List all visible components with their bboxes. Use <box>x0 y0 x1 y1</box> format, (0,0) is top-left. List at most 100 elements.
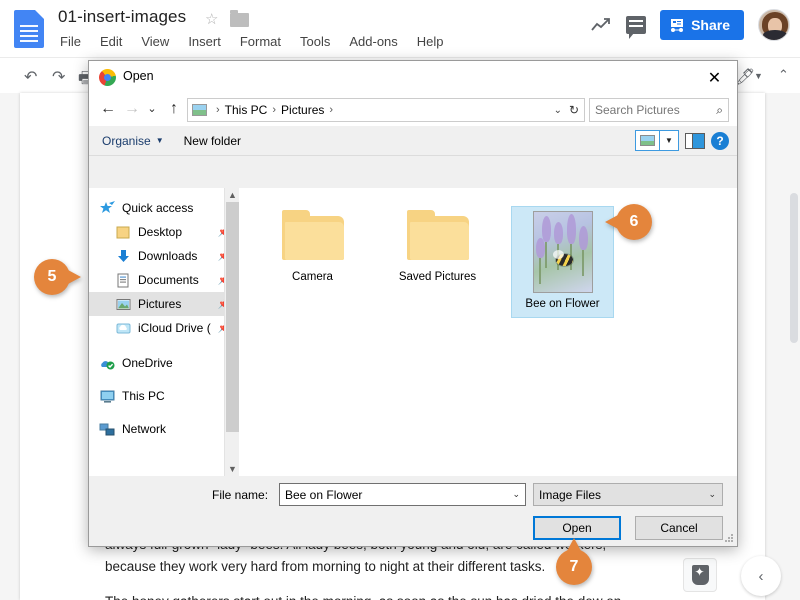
close-icon[interactable]: ✕ <box>692 61 737 94</box>
toolbar-view-controls: ▼ ? <box>635 130 729 151</box>
sidebar-item-label: Desktop <box>138 225 183 239</box>
sidebar-item-downloads[interactable]: Downloads 📌 <box>89 244 239 268</box>
sidebar-item-icloud-drive[interactable]: iCloud Drive ( 📌 <box>89 316 239 340</box>
sidebar-item-desktop[interactable]: Desktop 📌 <box>89 220 239 244</box>
onedrive-icon <box>99 356 116 371</box>
activity-trend-icon[interactable] <box>590 14 612 36</box>
explore-button[interactable] <box>683 558 717 592</box>
chevron-left-icon[interactable]: ‹ <box>741 556 781 596</box>
file-item-label: Saved Pictures <box>398 271 477 283</box>
view-layout-icon[interactable] <box>635 130 660 151</box>
file-name-value: Bee on Flower <box>285 487 363 502</box>
file-item-bee-on-flower[interactable]: Bee on Flower <box>511 206 614 318</box>
file-name-input[interactable]: Bee on Flower ⌄ <box>279 483 526 506</box>
chevron-down-icon[interactable]: ▼ <box>228 464 237 474</box>
menu-format[interactable]: Format <box>238 33 283 50</box>
documents-icon <box>115 273 132 288</box>
chevron-down-icon[interactable]: ▼ <box>156 136 164 145</box>
callout-step-5: 5 <box>34 259 81 295</box>
file-item-saved-pictures[interactable]: Saved Pictures <box>386 206 489 318</box>
file-name-label: File name: <box>212 488 269 502</box>
search-placeholder: Search Pictures <box>595 103 680 117</box>
scrollbar-thumb[interactable] <box>226 202 239 432</box>
sidebar-item-pictures[interactable]: Pictures 📌 <box>89 292 239 316</box>
sidebar-item-network[interactable]: Network <box>89 417 239 441</box>
sidebar-item-label: Network <box>122 422 167 436</box>
move-to-folder-icon[interactable] <box>230 10 249 27</box>
back-arrow-icon[interactable]: ← <box>97 100 119 118</box>
sidebar-item-label: Pictures <box>138 297 182 311</box>
dialog-title: Open <box>123 69 154 83</box>
star-icon[interactable]: ☆ <box>205 10 218 28</box>
file-list-pane[interactable]: Camera Saved Pictures Bee on Flower <box>239 188 737 476</box>
chevron-up-icon[interactable]: ▲ <box>228 190 237 200</box>
image-thumbnail-icon <box>532 211 593 293</box>
file-item-camera[interactable]: Camera <box>261 206 364 318</box>
share-label: Share <box>691 17 730 33</box>
highlight-pen-icon[interactable]: 🖊 <box>735 67 755 87</box>
preview-pane-icon[interactable] <box>685 132 705 149</box>
dialog-titlebar[interactable]: Open ✕ <box>89 61 737 94</box>
sidebar-item-quick-access[interactable]: Quick access <box>89 196 239 220</box>
callout-step-6: 6 <box>605 204 652 240</box>
up-arrow-icon[interactable]: ↑ <box>163 100 185 118</box>
sidebar-item-onedrive[interactable]: OneDrive <box>89 351 239 375</box>
chevron-down-icon[interactable]: ⌄ <box>512 489 520 500</box>
search-input[interactable]: Search Pictures ⌕ <box>589 98 729 122</box>
new-folder-button[interactable]: New folder <box>184 134 241 148</box>
menu-tools[interactable]: Tools <box>298 33 332 50</box>
undo-icon[interactable]: ↶ <box>24 67 37 87</box>
breadcrumb-this-pc[interactable]: This PC <box>225 103 268 117</box>
navigation-pane: Quick access Desktop 📌 Downloads 📌 <box>89 188 239 476</box>
folder-icon <box>406 210 469 260</box>
cancel-button[interactable]: Cancel <box>635 516 723 540</box>
menu-help[interactable]: Help <box>415 33 446 50</box>
document-scrollbar[interactable] <box>790 193 798 343</box>
address-bar[interactable]: › This PC › Pictures › ⌄ ↻ <box>187 98 585 122</box>
file-type-select[interactable]: Image Files ⌄ <box>533 483 723 506</box>
header-actions: Share <box>590 9 790 41</box>
navigation-pane-scrollbar[interactable]: ▲ ▼ <box>224 188 239 476</box>
search-icon: ⌕ <box>716 102 723 117</box>
forward-arrow-icon: → <box>124 100 140 117</box>
sidebar-item-label: Quick access <box>122 201 194 215</box>
refresh-icon[interactable]: ↻ <box>569 103 579 117</box>
breadcrumb-pictures[interactable]: Pictures <box>281 103 324 117</box>
menu-add-ons[interactable]: Add-ons <box>347 33 399 50</box>
redo-icon[interactable]: ↷ <box>52 67 65 87</box>
breadcrumb-separator: › <box>329 104 334 116</box>
dialog-toolbar: Organise ▼ New folder ▼ ? <box>89 126 737 156</box>
callout-number: 7 <box>569 558 579 575</box>
menu-insert[interactable]: Insert <box>186 33 223 50</box>
open-button-label: Open <box>562 521 592 535</box>
dialog-navigation-bar: ← → ⌄ ↑ › This PC › Pictures › ⌄ ↻ Searc… <box>89 94 737 126</box>
help-icon[interactable]: ? <box>711 131 729 150</box>
explore-icon <box>691 565 709 585</box>
page-title[interactable]: 01-insert-images <box>58 7 186 27</box>
sidebar-item-this-pc[interactable]: This PC <box>89 384 239 408</box>
chevron-down-icon[interactable]: ▼ <box>660 130 679 151</box>
icloud-drive-icon <box>115 321 132 336</box>
menu-file[interactable]: File <box>58 33 83 50</box>
file-item-label: Bee on Flower <box>525 298 600 310</box>
cancel-button-label: Cancel <box>660 521 698 535</box>
dialog-footer: File name: Bee on Flower ⌄ Image Files ⌄… <box>89 476 737 546</box>
menu-view[interactable]: View <box>139 33 171 50</box>
desktop-folder-icon <box>115 225 132 240</box>
share-button[interactable]: Share <box>660 10 744 40</box>
comment-icon[interactable] <box>626 16 647 39</box>
sidebar-item-label: Downloads <box>138 249 198 263</box>
quick-access-star-icon <box>99 200 116 216</box>
toolbar-dropdown-icon[interactable]: ▼ <box>754 71 763 81</box>
open-button[interactable]: Open <box>533 516 621 540</box>
collapse-toolbar-icon[interactable]: ⌃ <box>778 67 789 83</box>
menu-edit[interactable]: Edit <box>98 33 124 50</box>
resize-grip[interactable] <box>724 534 734 544</box>
chevron-down-icon[interactable]: ⌄ <box>554 105 562 116</box>
network-icon <box>99 422 116 437</box>
avatar[interactable] <box>758 9 790 41</box>
recent-locations-icon[interactable]: ⌄ <box>144 102 160 115</box>
organise-button[interactable]: Organise <box>102 134 151 148</box>
sidebar-item-documents[interactable]: Documents 📌 <box>89 268 239 292</box>
chevron-down-icon[interactable]: ⌄ <box>708 489 716 500</box>
